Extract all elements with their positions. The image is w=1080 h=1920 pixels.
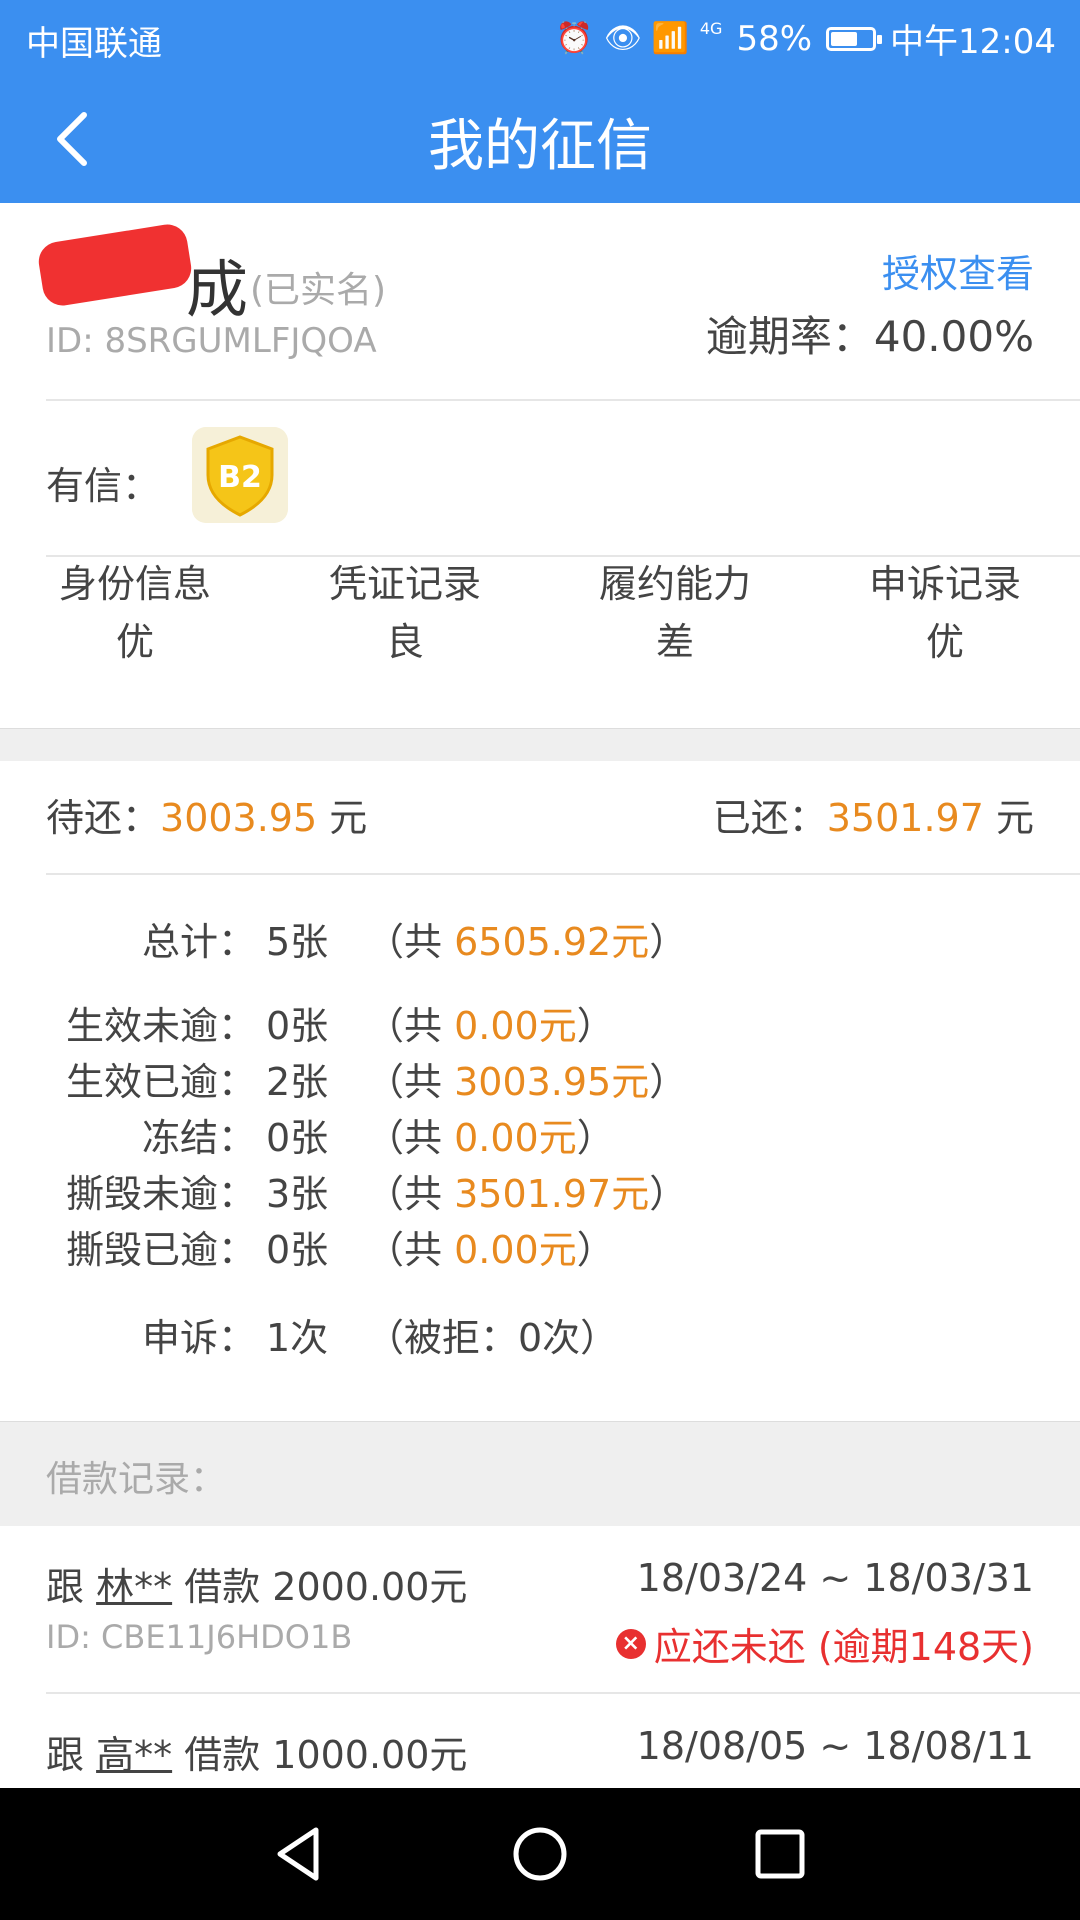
loan-record[interactable]: 跟 林** 借款 2000.00元 ID: CBE11J6HDO1B 18/03… <box>0 1526 1080 1696</box>
grade-performance: 履约能力差 <box>598 562 751 664</box>
clock: 中午12:04 <box>890 22 1056 62</box>
back-triangle-icon[interactable] <box>264 1818 336 1890</box>
grade-identity: 身份信息优 <box>58 562 211 664</box>
divider <box>46 399 1080 401</box>
grade-appeal: 申诉记录优 <box>868 562 1021 664</box>
recents-square-icon[interactable] <box>744 1818 816 1890</box>
loan-dates: 18/08/05 ~ 18/08/11 <box>636 1724 1034 1768</box>
loan-records-title: 借款记录： <box>46 1459 227 1500</box>
loan-id: ID: CBE11J6HDO1B <box>46 1618 353 1656</box>
credit-badge-icon: B2 <box>192 427 288 523</box>
stat-frozen: 冻结： 0张 （共 0.00元） <box>141 1116 615 1160</box>
loan-summary: 跟 高** 借款 1000.00元 <box>46 1733 468 1777</box>
carrier-name: 中国联通 <box>26 24 162 64</box>
home-circle-icon[interactable] <box>504 1818 576 1890</box>
lender-link[interactable]: 林** <box>96 1565 172 1609</box>
status-bar: 中国联通 ⏰ 👁 📶 4G 58% 中午12:04 <box>0 0 1080 75</box>
pending-repayment: 待还：3003.95 元 <box>46 796 368 840</box>
stat-appeal: 申诉： 1次 （被拒：0次） <box>141 1316 619 1360</box>
loan-records-header: 借款记录： <box>0 1421 1080 1527</box>
user-id: ID: 8SRGUMLFJQOA <box>46 321 377 361</box>
grade-voucher: 凭证记录良 <box>328 562 481 664</box>
alarm-icon: ⏰ <box>555 20 594 56</box>
profile-section: 成 (已实名) ID: 8SRGUMLFJQOA 授权查看 逾期率：40.00%… <box>0 203 1080 728</box>
eye-icon: 👁 <box>603 20 642 56</box>
loan-record[interactable]: 跟 高** 借款 1000.00元 18/08/05 ~ 18/08/11 <box>0 1694 1080 1788</box>
youxin-label: 有信： <box>46 464 161 508</box>
stat-active-not-overdue: 生效未逾： 0张 （共 0.00元） <box>65 1004 615 1048</box>
loan-status: × 应还未还 (逾期148天) <box>615 1616 1034 1671</box>
app-header: 我的征信 <box>0 75 1080 203</box>
authorize-view-link[interactable]: 授权查看 <box>882 243 1034 298</box>
credit-grades: 身份信息优 凭证记录良 履约能力差 申诉记录优 <box>0 555 1080 685</box>
stat-torn-not-overdue: 撕毁未逾： 3张 （共 3501.97元） <box>65 1172 688 1216</box>
stat-total: 总计： 5张 （共 6505.92元） <box>141 920 688 964</box>
system-nav-bar <box>0 1788 1080 1920</box>
battery-icon <box>826 26 883 51</box>
battery-percent: 58% <box>736 18 813 59</box>
verified-label: (已实名) <box>250 270 387 311</box>
stat-active-overdue: 生效已逾： 2张 （共 3003.95元） <box>65 1060 688 1104</box>
badge-text: B2 <box>218 460 262 495</box>
loan-summary: 跟 林** 借款 2000.00元 <box>46 1565 468 1609</box>
repayment-summary: 待还：3003.95 元 已还：3501.97 元 总计： 5张 （共 6505.9… <box>0 761 1080 1421</box>
page-title: 我的征信 <box>428 114 652 179</box>
wifi-icon: 📶 <box>651 20 690 56</box>
lender-link[interactable]: 高** <box>96 1733 172 1777</box>
section-gap <box>0 728 1080 762</box>
error-circle-icon: × <box>615 1628 646 1659</box>
stat-torn-overdue: 撕毁已逾： 0张 （共 0.00元） <box>65 1228 615 1272</box>
network-type: 4G <box>699 19 723 38</box>
overdue-rate: 逾期率：40.00% <box>705 312 1034 361</box>
status-icons: ⏰ 👁 📶 4G 58% 中午12:04 <box>556 14 1056 63</box>
loan-dates: 18/03/24 ~ 18/03/31 <box>636 1556 1034 1600</box>
repaid-amount: 已还：3501.97 元 <box>712 796 1034 840</box>
divider <box>46 873 1080 875</box>
